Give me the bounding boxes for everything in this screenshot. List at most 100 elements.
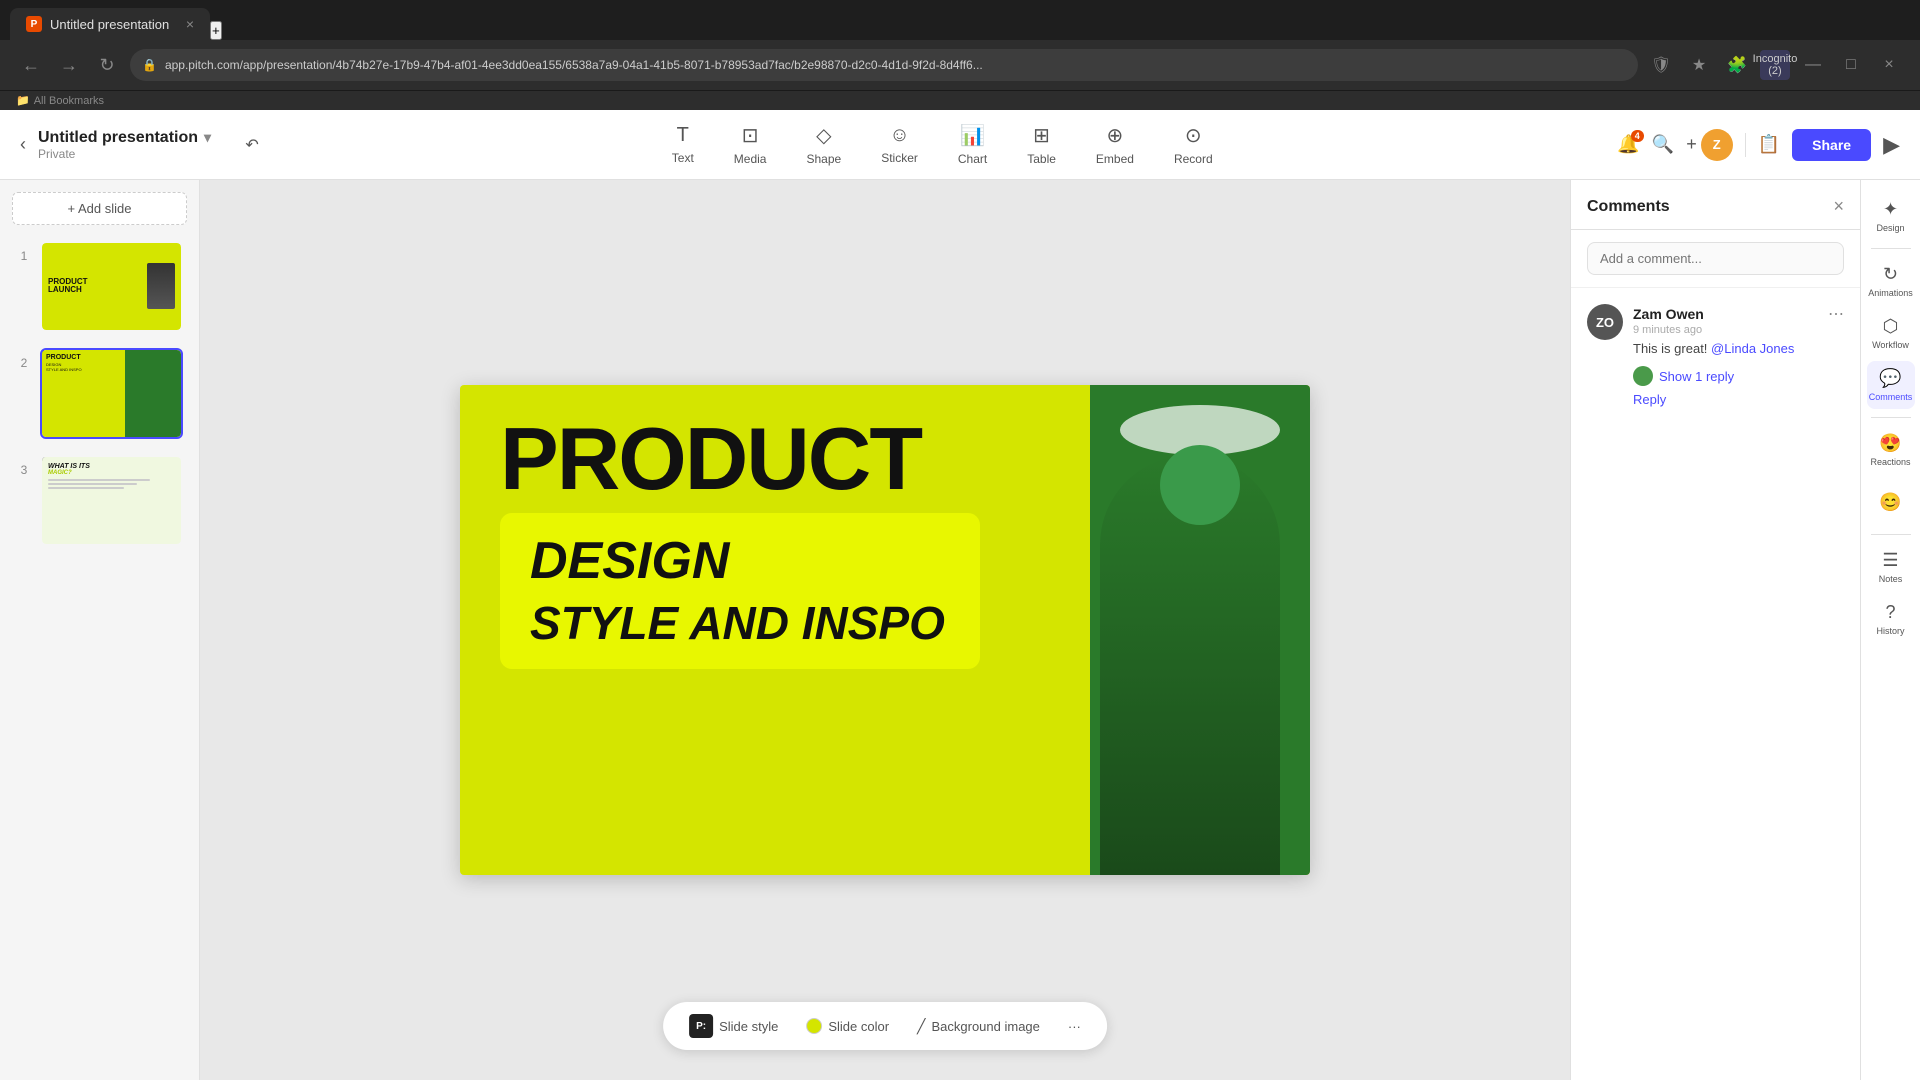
browser-tab-active[interactable]: P Untitled presentation × (10, 8, 210, 40)
embed-label: Embed (1096, 152, 1134, 166)
reactions2-panel-btn[interactable]: 😊 (1867, 478, 1915, 526)
slide1-text: PRODUCTLAUNCH (48, 278, 88, 296)
history-panel-btn[interactable]: ? History (1867, 595, 1915, 643)
play-presentation-btn[interactable]: ▶ (1883, 132, 1900, 158)
forward-nav-btn[interactable]: → (54, 50, 84, 80)
right-sidebar-sep-2 (1871, 417, 1911, 418)
comments-panel: Comments × ZO Zam Owen ⋯ 9 minutes ago (1570, 180, 1860, 1080)
canvas-area[interactable]: PRODUCT DESIGN STYLE AND INSPO (200, 180, 1570, 1080)
extension-btn[interactable]: 🛡 (1646, 50, 1676, 80)
notes-panel-btn[interactable]: ☰ Notes (1867, 543, 1915, 591)
comments-icon: 💬 (1879, 368, 1901, 389)
reactions-panel-btn[interactable]: 😍 Reactions (1867, 426, 1915, 474)
browser-tabs: P Untitled presentation × + (0, 0, 1920, 40)
design-panel-btn[interactable]: ✦ Design (1867, 192, 1915, 240)
comment-author-1: Zam Owen (1633, 306, 1704, 322)
browser-toolbar: ← → ↻ 🔒 app.pitch.com/app/presentation/4… (0, 40, 1920, 90)
sticker-icon: ☺ (889, 124, 909, 147)
workflow-panel-btn[interactable]: ⬡ Workflow (1867, 309, 1915, 357)
more-options-btn[interactable]: ··· (1062, 1015, 1087, 1038)
slide-style-icon-text: P: (696, 1021, 706, 1032)
comments-title: Comments (1587, 198, 1670, 216)
record-tool-btn[interactable]: ⊙ Record (1166, 117, 1221, 172)
show-reply-btn-1[interactable]: Show 1 reply (1633, 366, 1734, 386)
slide-thumb-2[interactable]: 💬 1 PRODUCT DESIGN STYLE AND INSPO (40, 348, 183, 439)
notes-icon: ☰ (1882, 550, 1898, 571)
table-icon: ⊞ (1033, 123, 1050, 148)
record-icon: ⊙ (1185, 123, 1202, 148)
incognito-label: Incognito (2) (1753, 53, 1798, 77)
embed-tool-btn[interactable]: ⊕ Embed (1088, 117, 1142, 172)
comments-close-btn[interactable]: × (1833, 196, 1844, 217)
slide-number-2: 2 (16, 356, 32, 370)
right-sidebar-sep-1 (1871, 248, 1911, 249)
slide-thumb-2-inner: PRODUCT DESIGN STYLE AND INSPO (42, 350, 181, 437)
title-dropdown-icon[interactable]: ▾ (204, 129, 211, 146)
chart-tool-btn[interactable]: 📊 Chart (950, 117, 995, 172)
profile-btn[interactable]: Incognito (2) (1760, 50, 1790, 80)
text-label: Text (672, 151, 694, 165)
new-tab-btn[interactable]: + (210, 21, 222, 40)
add-slide-btn[interactable]: + Add slide (12, 192, 187, 225)
tab-favicon: P (26, 16, 42, 32)
slide-thumb-3[interactable]: 💬 1 WHAT IS ITS MAGIC? (40, 455, 183, 546)
background-image-btn[interactable]: ╱ Background image (911, 1014, 1046, 1039)
tab-close-btn[interactable]: × (186, 16, 194, 32)
comment-time-1: 9 minutes ago (1633, 324, 1844, 336)
comments-header: Comments × (1571, 180, 1860, 230)
back-nav-btn[interactable]: ← (16, 50, 46, 80)
address-bar[interactable]: 🔒 app.pitch.com/app/presentation/4b74b27… (130, 49, 1638, 81)
table-tool-btn[interactable]: ⊞ Table (1019, 117, 1064, 172)
design-label: Design (1876, 223, 1904, 233)
media-tool-btn[interactable]: ⊡ Media (726, 117, 775, 172)
slide-color-btn[interactable]: Slide color (800, 1014, 895, 1038)
slide-item-1[interactable]: 1 PRODUCTLAUNCH (12, 237, 187, 336)
maximize-btn[interactable]: □ (1836, 50, 1866, 80)
chart-label: Chart (958, 152, 987, 166)
sticker-tool-btn[interactable]: ☺ Sticker (873, 118, 926, 171)
animations-panel-btn[interactable]: ↻ Animations (1867, 257, 1915, 305)
slide-main: PRODUCT DESIGN STYLE AND INSPO (460, 385, 1090, 875)
reply-avatar-small (1633, 366, 1653, 386)
comment-mention-1: @Linda Jones (1711, 341, 1794, 356)
background-image-label: Background image (931, 1019, 1039, 1034)
text-tool-btn[interactable]: T Text (664, 118, 702, 171)
comment-meta-1: Zam Owen ⋯ (1633, 304, 1844, 324)
share-btn[interactable]: Share (1792, 129, 1871, 161)
browser-chrome: P Untitled presentation × + ← → ↻ 🔒 app.… (0, 0, 1920, 110)
show-reply-label: Show 1 reply (1659, 369, 1734, 384)
comment-avatar-1: ZO (1587, 304, 1623, 340)
comment-input[interactable] (1587, 242, 1844, 275)
minimize-btn[interactable]: — (1798, 50, 1828, 80)
lock-icon: 🔒 (142, 58, 157, 72)
comment-content-1: This is great! (1633, 341, 1707, 356)
history-label: History (1876, 626, 1904, 636)
add-user-btn[interactable]: + Z (1686, 129, 1733, 161)
extensions-puzzle-btn[interactable]: 🧩 (1722, 50, 1752, 80)
slide-thumb-1[interactable]: PRODUCTLAUNCH (40, 241, 183, 332)
presentation-title-text: Untitled presentation (38, 129, 198, 147)
undo-btn[interactable]: ↶ (237, 130, 267, 160)
presentation-title: Untitled presentation ▾ (38, 129, 211, 147)
app: ‹ Untitled presentation ▾ Private ↶ T Te… (0, 110, 1920, 1080)
comment-more-btn-1[interactable]: ⋯ (1828, 304, 1844, 324)
close-window-btn[interactable]: × (1874, 50, 1904, 80)
search-btn[interactable]: 🔍 (1652, 134, 1674, 155)
animations-icon: ↻ (1883, 264, 1898, 285)
refresh-btn[interactable]: ↻ (92, 50, 122, 80)
bookmark-star-btn[interactable]: ★ (1684, 50, 1714, 80)
notification-btn[interactable]: 🔔 4 (1617, 134, 1639, 155)
slide-style-btn[interactable]: P: Slide style (683, 1010, 784, 1042)
reply-btn-1[interactable]: Reply (1633, 392, 1666, 407)
back-to-dashboard-btn[interactable]: ‹ (20, 134, 26, 155)
shape-tool-btn[interactable]: ◇ Shape (798, 117, 849, 172)
comment-list: ZO Zam Owen ⋯ 9 minutes ago This is grea… (1571, 288, 1860, 1080)
comments-panel-btn[interactable]: 💬 Comments (1867, 361, 1915, 409)
slide-product-title: PRODUCT (500, 415, 1060, 503)
slide-item-3[interactable]: 3 💬 1 WHAT IS ITS MAGIC? (12, 451, 187, 550)
slide-canvas[interactable]: PRODUCT DESIGN STYLE AND INSPO (460, 385, 1310, 875)
history-icon-btn[interactable]: 📋 (1758, 134, 1780, 155)
slide-item-2[interactable]: 2 💬 1 PRODUCT DESIGN STYLE AND INSPO (12, 344, 187, 443)
plus-icon: + (1686, 134, 1697, 155)
slide-number-3: 3 (16, 463, 32, 477)
